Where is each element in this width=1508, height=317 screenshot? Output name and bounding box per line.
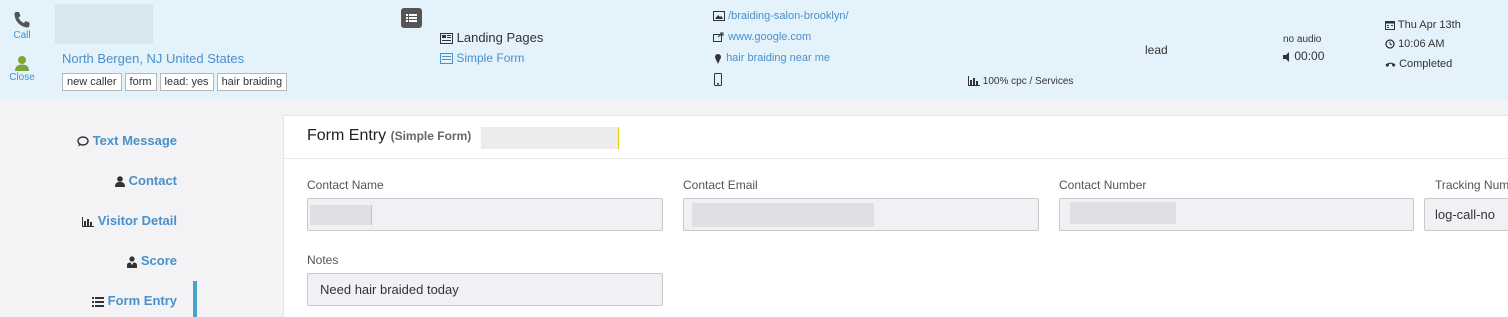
call-status-row: Completed: [1385, 58, 1452, 70]
sidebar-item-label: Form Entry: [107, 293, 177, 308]
redacted-value: [310, 205, 372, 225]
list-icon: [406, 14, 417, 22]
sidebar-item-score[interactable]: Score: [127, 253, 177, 268]
call-label: Call: [13, 30, 31, 41]
caller-location: North Bergen, NJ United States: [62, 51, 245, 66]
tag: lead: yes: [159, 73, 214, 91]
keyword-row: hair braiding near me: [713, 52, 830, 64]
sidebar: Text Message Contact Visitor Detail Scor…: [0, 100, 283, 317]
tag: new caller: [62, 73, 122, 91]
simple-form-label: Simple Form: [456, 51, 525, 65]
clock-icon: [1385, 39, 1395, 49]
notes-value: Need hair braided today: [320, 282, 459, 297]
speech-bubble-icon: [77, 136, 89, 147]
contact-name-label: Contact Name: [307, 178, 384, 192]
sidebar-item-text-message[interactable]: Text Message: [77, 133, 177, 148]
menu-button[interactable]: [401, 8, 422, 28]
bar-chart-icon: [968, 76, 980, 87]
sidebar-item-contact[interactable]: Contact: [114, 173, 177, 188]
audio-duration: 00:00: [1294, 49, 1325, 63]
active-indicator: [193, 281, 197, 317]
calendar-icon: [1385, 21, 1395, 31]
contact-number-field[interactable]: [1059, 198, 1414, 231]
newspaper-icon: [440, 33, 453, 45]
time-row: 10:06 AM: [1385, 38, 1445, 50]
tracking-number-label: Tracking Num: [1435, 178, 1508, 192]
mobile-icon: [714, 73, 722, 86]
page-subtitle: (Simple Form): [390, 129, 472, 143]
redacted-form-id: [481, 127, 619, 149]
form-icon: [440, 53, 453, 65]
simple-form-link[interactable]: Simple Form: [440, 51, 524, 65]
call-button[interactable]: Call: [10, 10, 34, 41]
map-marker-icon: [715, 53, 721, 64]
tag-list: new caller form lead: yes hair braiding: [62, 72, 290, 91]
redacted-caller-name: [55, 4, 153, 44]
call-date: Thu Apr 13th: [1397, 19, 1461, 31]
date-row: Thu Apr 13th: [1385, 19, 1461, 31]
hangup-icon: [1385, 62, 1396, 68]
sidebar-item-form-entry[interactable]: Form Entry: [92, 293, 177, 308]
page-title: Form Entry: [307, 127, 387, 144]
sidebar-item-label: Text Message: [92, 133, 177, 148]
referrer-row: www.google.com: [713, 31, 811, 43]
sidebar-item-label: Visitor Detail: [97, 213, 177, 228]
tracking-number-value: log-call-no: [1435, 207, 1495, 222]
phone-icon: [14, 12, 30, 28]
sidebar-item-visitor-detail[interactable]: Visitor Detail: [82, 213, 177, 228]
call-time: 10:06 AM: [1398, 38, 1445, 50]
audio-player[interactable]: 00:00: [1283, 49, 1324, 63]
tag: hair braiding: [216, 73, 288, 91]
user-tie-icon: [127, 255, 138, 268]
campaign-row: 100% cpc / Services: [968, 76, 1073, 87]
keyword-link[interactable]: hair braiding near me: [726, 52, 830, 64]
form-entry-panel: Form Entry (Simple Form) Contact Name Co…: [283, 115, 1508, 317]
landing-pages-row: Landing Pages: [440, 30, 543, 45]
panel-header: Form Entry (Simple Form): [307, 127, 471, 145]
sidebar-item-label: Contact: [128, 173, 177, 188]
list-icon: [92, 296, 105, 307]
divider: [284, 158, 1508, 159]
close-label: Close: [9, 72, 35, 83]
share-icon: [713, 32, 724, 43]
image-icon: [713, 11, 725, 22]
tracking-number-field[interactable]: log-call-no: [1424, 198, 1508, 231]
landing-pages-label: Landing Pages: [456, 30, 544, 45]
landing-url-link[interactable]: /braiding-salon-brooklyn/: [728, 10, 848, 22]
device-row: [714, 73, 722, 91]
bar-chart-icon: [82, 216, 95, 227]
landing-url-row: /braiding-salon-brooklyn/: [713, 10, 849, 22]
notes-field[interactable]: Need hair braided today: [307, 273, 663, 306]
audio-label: no audio: [1283, 34, 1322, 45]
contact-number-label: Contact Number: [1059, 178, 1147, 192]
call-status: Completed: [1399, 58, 1453, 70]
close-button[interactable]: Close: [8, 54, 36, 83]
redacted-value: [1070, 202, 1176, 224]
tag: form: [124, 73, 157, 91]
contact-email-field[interactable]: [683, 198, 1039, 231]
user-icon: [15, 55, 29, 71]
sidebar-item-label: Score: [140, 253, 177, 268]
speaker-icon: [1283, 51, 1289, 62]
contact-email-label: Contact Email: [683, 178, 758, 192]
referrer-link[interactable]: www.google.com: [728, 31, 811, 43]
notes-label: Notes: [307, 253, 339, 267]
redacted-value: [692, 203, 874, 227]
user-icon: [114, 176, 125, 188]
campaign-label: 100% cpc / Services: [982, 76, 1074, 87]
contact-name-field[interactable]: [307, 198, 663, 231]
lead-status: lead: [1145, 43, 1168, 57]
call-header: Call Close North Bergen, NJ United State…: [0, 0, 1508, 100]
